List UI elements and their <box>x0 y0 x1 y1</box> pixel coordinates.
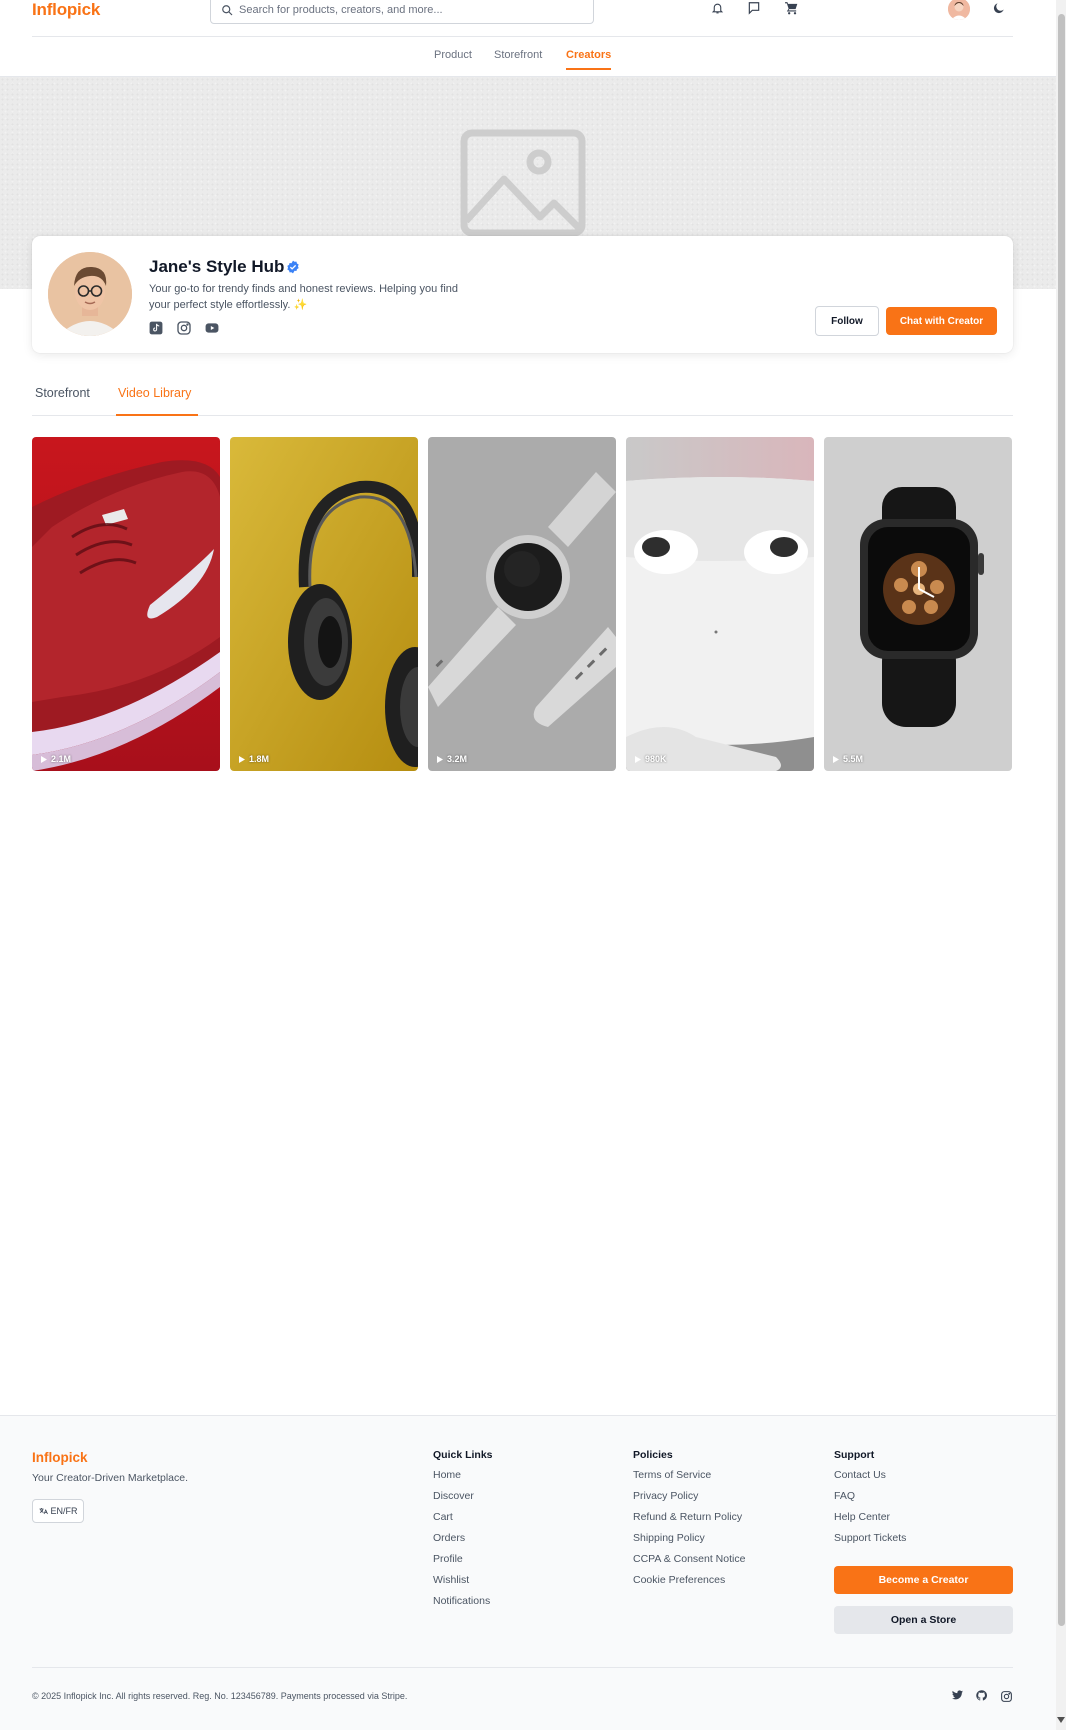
dark-mode-icon[interactable] <box>990 0 1008 16</box>
support-heading: Support <box>834 1449 875 1461</box>
view-count-text: 5.5M <box>843 754 864 764</box>
nav-active-indicator <box>566 68 611 70</box>
footer-link-help-center[interactable]: Help Center <box>834 1512 906 1523</box>
smartwatch-thumbnail <box>824 437 1012 771</box>
tab-active-indicator <box>116 414 198 416</box>
sneaker-thumbnail <box>32 437 220 771</box>
instagram-icon[interactable] <box>176 320 192 336</box>
site-header: Inflopick <box>0 0 1056 37</box>
footer-link-ccpa[interactable]: CCPA & Consent Notice <box>633 1554 745 1565</box>
message-icon[interactable] <box>745 0 763 16</box>
footer-policies: Policies Terms of Service Privacy Policy… <box>633 1449 745 1596</box>
play-icon <box>635 755 641 763</box>
footer-link-cookies[interactable]: Cookie Preferences <box>633 1575 745 1586</box>
video-card[interactable]: 2.1M <box>32 437 220 771</box>
nav-storefront[interactable]: Storefront <box>494 49 542 61</box>
search-icon <box>222 5 233 16</box>
footer-link-cart[interactable]: Cart <box>433 1512 493 1523</box>
footer-support: Support Contact Us FAQ Help Center Suppo… <box>834 1449 906 1554</box>
footer-link-contact[interactable]: Contact Us <box>834 1470 906 1481</box>
footer-link-faq[interactable]: FAQ <box>834 1491 906 1502</box>
footer-tagline: Your Creator-Driven Marketplace. <box>32 1472 189 1484</box>
footer-link-notifications[interactable]: Notifications <box>433 1596 493 1607</box>
creator-name: Jane's Style Hub <box>149 257 285 276</box>
site-logo[interactable]: Inflopick <box>32 0 100 20</box>
view-count: 1.8M <box>239 754 269 764</box>
play-icon <box>239 755 245 763</box>
nav-creators[interactable]: Creators <box>566 49 611 61</box>
search-input[interactable] <box>239 4 579 16</box>
page-scrollbar[interactable] <box>1056 0 1066 1730</box>
play-icon <box>437 755 443 763</box>
footer-link-discover[interactable]: Discover <box>433 1491 493 1502</box>
youtube-icon[interactable] <box>205 322 219 334</box>
view-count-text: 3.2M <box>447 754 468 764</box>
footer-link-refund[interactable]: Refund & Return Policy <box>633 1512 745 1523</box>
view-count: 2.1M <box>41 754 71 764</box>
user-avatar[interactable] <box>948 0 970 20</box>
tab-video-library[interactable]: Video Library <box>118 386 191 400</box>
search-bar[interactable] <box>210 0 594 24</box>
view-count: 5.5M <box>833 754 863 764</box>
footer-link-support-tickets[interactable]: Support Tickets <box>834 1533 906 1544</box>
video-card[interactable]: 1.8M <box>230 437 418 771</box>
view-count-text: 2.1M <box>51 754 72 764</box>
footer-link-home[interactable]: Home <box>433 1470 493 1481</box>
top-nav: Product Storefront Creators <box>0 37 1056 77</box>
scrollbar-thumb[interactable] <box>1058 14 1065 1626</box>
copyright-text: © 2025 Inflopick Inc. All rights reserve… <box>32 1691 408 1701</box>
tiktok-icon[interactable] <box>149 321 163 335</box>
footer-link-shipping[interactable]: Shipping Policy <box>633 1533 745 1544</box>
footer-link-orders[interactable]: Orders <box>433 1533 493 1544</box>
creator-profile-card: Jane's Style Hub Your go-to for trendy f… <box>32 236 1013 353</box>
instagram-footer-icon[interactable] <box>1000 1690 1013 1703</box>
view-count: 3.2M <box>437 754 467 764</box>
footer-quick-links: Quick Links Home Discover Cart Orders Pr… <box>433 1449 493 1617</box>
footer-link-wishlist[interactable]: Wishlist <box>433 1575 493 1586</box>
headphones-thumbnail <box>230 437 418 771</box>
tab-storefront[interactable]: Storefront <box>35 386 90 400</box>
policies-heading: Policies <box>633 1449 673 1461</box>
translate-icon <box>39 1508 48 1515</box>
footer-link-terms[interactable]: Terms of Service <box>633 1470 745 1481</box>
nav-product[interactable]: Product <box>434 49 472 61</box>
video-card[interactable]: 980K <box>626 437 814 771</box>
language-toggle[interactable]: EN/FR <box>32 1499 84 1523</box>
play-icon <box>833 755 839 763</box>
twitter-icon[interactable] <box>952 1690 963 1700</box>
scroll-down-arrow-icon[interactable] <box>1057 1717 1065 1723</box>
follow-button[interactable]: Follow <box>815 306 879 336</box>
view-count: 980K <box>635 754 667 764</box>
view-count-text: 980K <box>645 754 667 764</box>
earbuds-thumbnail <box>626 437 814 771</box>
content-tabs: Storefront Video Library <box>32 380 1013 416</box>
github-icon[interactable] <box>976 1690 987 1701</box>
language-label: EN/FR <box>50 1506 78 1516</box>
verified-badge-icon <box>287 260 299 274</box>
image-placeholder-icon <box>460 129 586 237</box>
view-count-text: 1.8M <box>249 754 270 764</box>
footer-link-privacy[interactable]: Privacy Policy <box>633 1491 745 1502</box>
play-icon <box>41 755 47 763</box>
cart-icon[interactable] <box>782 0 800 16</box>
site-footer: Inflopick Your Creator-Driven Marketplac… <box>0 1415 1056 1730</box>
video-grid: 2.1M 1.8M 3.2M 980K 5.5M <box>32 437 1013 771</box>
creator-social-links <box>149 320 219 336</box>
chat-with-creator-button[interactable]: Chat with Creator <box>886 307 997 335</box>
footer-logo[interactable]: Inflopick <box>32 1450 88 1465</box>
footer-divider <box>32 1667 1013 1668</box>
footer-link-profile[interactable]: Profile <box>433 1554 493 1565</box>
creator-bio: Your go-to for trendy finds and honest r… <box>149 283 458 311</box>
video-card[interactable]: 3.2M <box>428 437 616 771</box>
become-creator-button[interactable]: Become a Creator <box>834 1566 1013 1594</box>
video-card[interactable]: 5.5M <box>824 437 1012 771</box>
creator-avatar <box>48 252 132 336</box>
open-store-button[interactable]: Open a Store <box>834 1606 1013 1634</box>
bell-icon[interactable] <box>708 0 726 16</box>
watch-thumbnail <box>428 437 616 771</box>
quick-links-heading: Quick Links <box>433 1449 493 1461</box>
